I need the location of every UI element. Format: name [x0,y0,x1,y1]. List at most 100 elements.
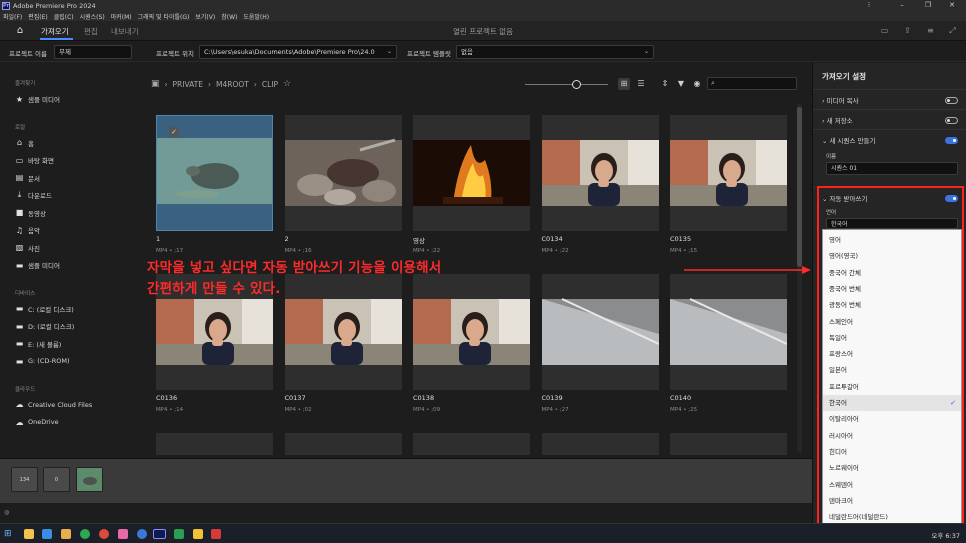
language-dropdown-list[interactable]: 영어 영어(영국) 중국어 간체 중국어 번체 광동어 번체 스페인어 독일어 프랑스어 일본어… [822,229,962,529]
auto-transcribe-row[interactable]: ⌄ 자동 받아쓰기 [813,187,966,207]
chrome-icon[interactable] [99,529,109,539]
language-option[interactable]: 힌디어 [823,444,961,460]
clip-thumbnail[interactable] [670,115,787,231]
checkbox-icon[interactable]: ✓ [169,127,179,137]
filter-icon[interactable]: ▼ [675,78,687,90]
create-sequence-row[interactable]: ⌄ 새 시퀀스 만들기 [813,129,966,149]
language-option[interactable]: 영어(영국) [823,248,961,264]
taskbar-app-icon[interactable] [42,529,52,539]
clip-thumbnail[interactable] [156,433,273,455]
sidebar-item[interactable]: ♫ 음악 [15,224,40,236]
search-input[interactable]: ⌕ [707,77,797,90]
bin-folder[interactable]: 134 [11,467,38,492]
language-option[interactable]: 광동어 번체 [823,297,961,313]
new-bin-toggle[interactable] [945,117,958,124]
sidebar-item[interactable]: ☁ Creative Cloud Files [15,399,93,411]
new-bin-row[interactable]: › 새 저장소 [813,109,966,129]
language-option[interactable]: 프랑스어 [823,346,961,362]
star-icon[interactable]: ☆ [283,79,291,89]
language-option[interactable]: 일본어 [823,362,961,378]
language-option[interactable]: 중국어 번체 [823,281,961,297]
project-location-select[interactable]: C:\Users\esuka\Documents\Adobe\Premiere … [199,45,397,59]
clip-thumbnail[interactable] [284,433,402,455]
sidebar-item[interactable]: ☁ OneDrive [15,416,59,428]
clip-thumbnail[interactable] [541,274,659,390]
folder-icon[interactable]: ▣ [151,79,160,89]
windows-start-icon[interactable]: ⊞ [4,529,14,539]
clip-thumbnail[interactable] [670,433,787,455]
menu-item[interactable]: 마커(M) [111,12,132,21]
language-option[interactable]: 포르투갈어 [823,379,961,395]
options-icon[interactable]: ⁝ [857,0,881,11]
sidebar-item[interactable]: ▬ G: (CD-ROM) [15,355,70,367]
menu-item[interactable]: 보기(V) [195,12,215,21]
minimize-icon[interactable]: – [890,0,914,11]
language-option[interactable]: 독일어 [823,330,961,346]
xbox-icon[interactable] [80,529,90,539]
eye-icon[interactable]: ◉ [691,78,703,90]
create-sequence-toggle[interactable] [945,137,958,144]
maximize-icon[interactable]: ❐ [916,0,940,11]
sidebar-item[interactable]: ▭ 바탕 화면 [15,154,54,166]
bin-folder[interactable]: 0 [43,467,70,492]
sidebar-item[interactable]: ★ 샘플 미디어 [15,93,60,105]
workspaces-icon[interactable]: ≡ [926,27,935,35]
language-option[interactable]: 스웨덴어 [823,477,961,493]
language-option[interactable]: 스페인어 [823,314,961,330]
list-view-icon[interactable]: ☰ [635,78,647,90]
menu-item[interactable]: 편집(E) [28,12,48,21]
clip-thumbnail[interactable] [284,115,402,231]
sidebar-item[interactable]: ▧ 사진 [15,242,40,254]
taskbar-folder-icon[interactable] [61,529,71,539]
menu-item[interactable]: 그래픽 및 타이틀(G) [138,12,190,21]
menu-item[interactable]: 시퀀스(S) [80,12,105,21]
clip-thumbnail[interactable] [670,274,787,390]
share-icon[interactable]: ⇪ [903,27,912,35]
taskbar-app-icon[interactable] [118,529,128,539]
sidebar-item[interactable]: ⌂ 홈 [15,137,34,149]
media-copy-row[interactable]: › 미디어 복사 [813,89,966,109]
breadcrumb-private[interactable]: PRIVATE [173,80,203,89]
language-select[interactable]: 한국어 [826,218,958,229]
clip-thumbnail[interactable]: ✓ [156,115,273,231]
quick-export-icon[interactable]: ▭ [880,27,889,35]
excel-icon[interactable] [174,529,184,539]
scrollbar-thumb[interactable] [797,107,802,267]
media-copy-toggle[interactable] [945,97,958,104]
sidebar-item[interactable]: ▬ E: (새 볼륨) [15,338,62,350]
auto-transcribe-toggle[interactable] [945,195,958,202]
file-explorer-icon[interactable] [24,529,34,539]
sequence-name-input[interactable]: 시퀀스 01 [826,162,958,175]
clip-thumbnail[interactable] [541,433,659,455]
clip-thumbnail[interactable] [541,115,659,231]
grid-view-icon[interactable]: ⊞ [618,78,630,90]
thumbnail-size-slider-handle[interactable] [572,80,581,89]
thumbnail-size-slider[interactable] [525,84,608,85]
project-name-input[interactable]: 무제 [54,45,132,59]
clip-thumbnail[interactable] [284,274,402,390]
language-option[interactable]: 한국어 ✓ [823,395,961,411]
fullscreen-icon[interactable]: ⤢ [948,27,957,35]
sort-icon[interactable]: ⇕ [659,78,671,90]
bin-thumbnail[interactable] [76,467,103,492]
menu-item[interactable]: 파일(F) [3,12,22,21]
language-option[interactable]: 덴마크어 [823,493,961,509]
sidebar-item[interactable]: ▬ 샘플 미디어 [15,259,60,271]
sidebar-item[interactable]: ■ 동영상 [15,207,46,219]
menu-item[interactable]: 도움말(H) [243,12,269,21]
browser-scrollbar[interactable] [797,103,802,453]
sidebar-item[interactable]: ⤓ 다운로드 [15,189,52,201]
sidebar-item[interactable]: ▤ 문서 [15,172,40,184]
clip-thumbnail[interactable] [413,115,530,231]
breadcrumb-clip[interactable]: CLIP [262,80,278,89]
menu-item[interactable]: 창(W) [221,12,237,21]
kakaotalk-icon[interactable] [193,529,203,539]
language-option[interactable]: 노르웨이어 [823,460,961,476]
language-option[interactable]: 중국어 간체 [823,265,961,281]
sidebar-item[interactable]: ▬ D: (로컬 디스크) [15,320,75,332]
edge-icon[interactable] [137,529,147,539]
language-option[interactable]: 러시아어 [823,428,961,444]
close-icon[interactable]: ✕ [940,0,964,11]
language-option[interactable]: 영어 [823,232,961,248]
sidebar-item[interactable]: ▬ C: (로컬 디스크) [15,303,74,315]
